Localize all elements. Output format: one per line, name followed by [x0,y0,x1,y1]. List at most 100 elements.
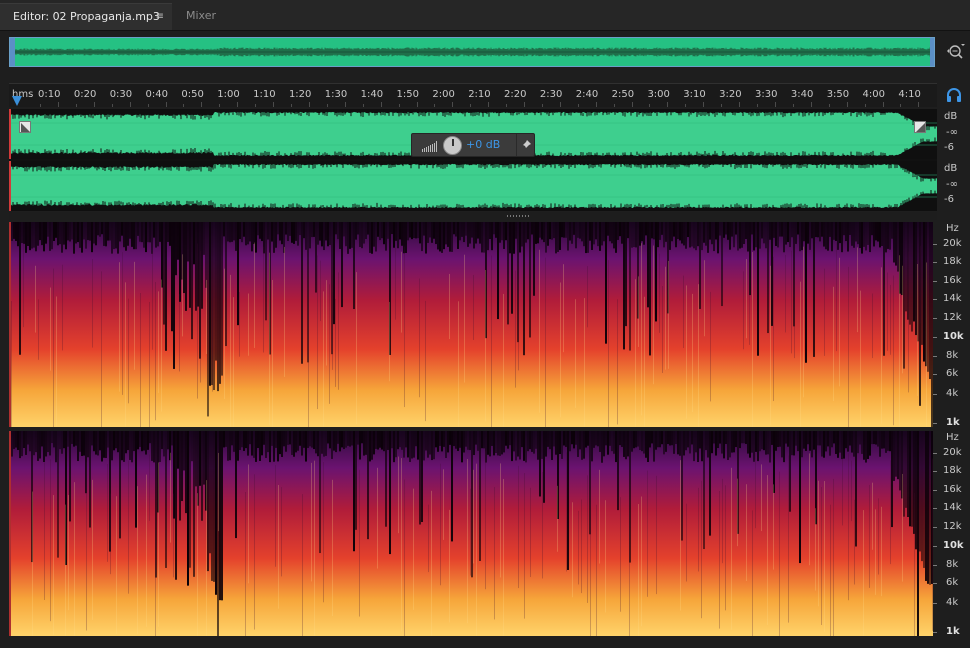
tab-mixer-label: Mixer [186,9,217,22]
overview-left-handle[interactable] [10,38,15,66]
ruler-tick-label: 1:00 [217,89,240,100]
hz-tick [933,318,937,319]
hz-tick [933,374,937,375]
ruler-tick-label: 3:20 [719,89,742,100]
ruler-tick [201,102,203,107]
hz-tick-label: 1k [946,417,960,428]
ruler-minor-tick [757,104,758,107]
ruler-tick [775,102,776,107]
ruler-tick-label: 3:40 [790,89,814,100]
ruler-tick-label: 2:50 [611,89,635,100]
overview-right-handle[interactable] [930,38,934,66]
pin-icon[interactable] [516,134,535,156]
ruler-minor-tick [506,104,508,107]
hz-tick-label: 16k [943,484,962,495]
ruler-tick-label: 3:10 [683,89,706,100]
tab-mixer[interactable]: Mixer [172,3,242,30]
hz-tick [933,337,937,338]
ruler-minor-tick [362,104,364,107]
ruler-tick-label: 1:40 [360,89,384,100]
ruler-tick-label: 4:00 [862,89,886,100]
ruler-tick-label: 1:20 [288,89,312,100]
hz-tick [933,583,937,584]
hz-unit-label: Hz [946,432,959,443]
hz-tick-label: 6k [946,368,959,379]
ruler-minor-tick [900,104,902,107]
ruler-minor-tick [792,104,794,107]
ruler-minor-tick [183,104,185,107]
db-scale-label: dB [944,111,958,122]
hz-tick-label: 6k [946,577,959,588]
fade-in-handle[interactable] [19,121,31,133]
ruler-minor-tick [75,104,77,107]
gain-value[interactable]: +0 dB [466,138,500,151]
hz-tick-label: 12k [943,312,962,323]
splitter-grip-icon[interactable] [507,215,531,217]
waveform-display[interactable] [9,109,937,211]
ruler-tick-label: 0:20 [73,89,97,100]
tab-editor[interactable]: Editor: 02 Propaganja.mp3 ≡ [0,3,172,30]
ruler-tick-label: 3:50 [826,89,850,100]
db-scale-neg6-2: -6 [944,194,954,205]
ruler-tick-label: 0:50 [181,89,204,100]
ruler-minor-tick [40,104,41,107]
ruler-tick [595,102,597,107]
hz-tick [933,603,937,604]
headphones-icon[interactable] [946,88,962,102]
waveform-channel-right[interactable] [9,161,937,211]
time-ruler[interactable]: hms 0:10 0:20 0:30 0:40 0:50 1:00 1:10 1:20 1:30… [9,83,937,107]
ruler-tick [129,102,131,107]
view-splitter[interactable] [9,212,937,220]
volume-knob[interactable] [443,136,462,155]
selection-start-line [9,109,11,159]
ruler-tick [810,102,812,107]
ruler-tick [846,102,848,107]
ruler-minor-tick [255,104,257,107]
hz-tick [933,565,937,566]
spectral-display-left[interactable] [11,222,933,427]
ruler-minor-tick [721,104,723,107]
spectrogram-right-graphic [11,431,933,636]
ruler-tick [524,102,526,107]
ruler-minor-tick [828,104,830,107]
hz-tick-label: 16k [943,275,962,286]
ruler-minor-tick [147,104,149,107]
ruler-tick-label: 2:40 [575,89,599,100]
fade-out-handle[interactable] [914,121,926,133]
hz-tick-label: 12k [943,521,962,532]
tab-editor-label: Editor: 02 Propaganja.mp3 [13,10,160,23]
hz-tick [933,423,937,424]
ruler-minor-tick [864,104,866,107]
ruler-tick [488,102,490,107]
ruler-minor-tick [541,104,543,107]
ruler-tick-label: 1:50 [396,89,419,100]
ruler-minor-tick [434,104,436,107]
hz-tick-label: 1k [946,626,960,637]
ruler-minor-tick [290,104,292,107]
overview-navigator[interactable] [9,37,935,67]
hud-volume-control: +0 dB [411,133,535,157]
ruler-tick [667,102,669,107]
hz-tick-label: 18k [943,465,962,476]
spectral-display-right[interactable] [11,431,933,636]
hz-tick-label: 20k [943,238,962,249]
zoom-icon[interactable] [945,42,965,62]
hz-tick [933,244,937,245]
ruler-tick-label: 0:10 [38,89,61,100]
ruler-tick [416,102,418,107]
ruler-tick [344,102,346,107]
hz-tick [933,281,937,282]
playhead-marker[interactable] [12,96,22,106]
ruler-tick [882,102,884,107]
ruler-tick-label: 1:30 [324,89,348,100]
ruler-tick [308,102,310,107]
hz-tick [933,527,937,528]
hz-tick-label: 10k [943,331,964,342]
hz-tick-label: 8k [946,559,959,570]
selection-start-line-2 [9,161,11,211]
panel-menu-icon[interactable]: ≡ [156,4,164,30]
tab-bar: Editor: 02 Propaganja.mp3 ≡ Mixer [0,0,970,31]
ruler-tick [165,102,167,107]
ruler-tick [273,102,275,107]
db-scale-neg6: -6 [944,142,954,153]
